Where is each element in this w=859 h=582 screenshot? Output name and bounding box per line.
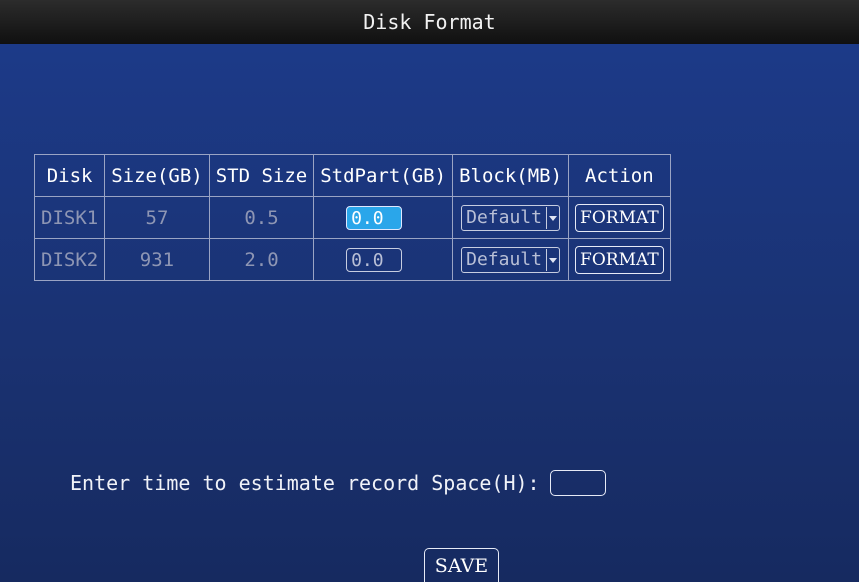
window-title: Disk Format	[363, 10, 496, 34]
disk-size-cell: 931	[104, 238, 210, 281]
action-cell: FORMAT	[568, 238, 671, 281]
table-row: DISK1 57 0.5 0.0 Default FORMAT	[33, 196, 671, 239]
stdpart-input[interactable]: 0.0	[346, 205, 403, 230]
column-header-std-size: STD Size	[208, 154, 315, 197]
disk-table: Disk Size(GB) STD Size StdPart(GB) Block…	[33, 154, 671, 281]
column-header-action: Action	[568, 154, 671, 197]
stdpart-input[interactable]: 0.0	[346, 247, 403, 272]
std-size-cell: 2.0	[208, 238, 315, 281]
window-title-bar: Disk Format	[0, 0, 859, 44]
disk-name-cell: DISK1	[33, 196, 106, 239]
disk-size-cell: 57	[104, 196, 210, 239]
stdpart-cell: 0.0	[313, 196, 454, 239]
estimate-label: Enter time to estimate record Space(H):	[70, 471, 540, 495]
table-header-row: Disk Size(GB) STD Size StdPart(GB) Block…	[33, 154, 671, 197]
dropdown-arrow-icon[interactable]	[545, 206, 559, 229]
table-row: DISK2 931 2.0 0.0 Default FORMAT	[33, 238, 671, 281]
estimate-row: Enter time to estimate record Space(H):	[70, 470, 606, 496]
block-select-value: Default	[466, 249, 542, 270]
column-header-block: Block(MB)	[452, 154, 570, 197]
save-button[interactable]: SAVE	[424, 548, 499, 582]
format-button[interactable]: FORMAT	[575, 245, 664, 274]
column-header-size: Size(GB)	[104, 154, 210, 197]
block-select[interactable]: Default	[461, 204, 560, 231]
block-select[interactable]: Default	[461, 246, 560, 273]
block-select-value: Default	[466, 207, 542, 228]
block-cell: Default	[452, 196, 570, 239]
block-cell: Default	[452, 238, 570, 281]
column-header-disk: Disk	[33, 154, 106, 197]
format-button[interactable]: FORMAT	[575, 203, 664, 232]
disk-name-cell: DISK2	[33, 238, 106, 281]
std-size-cell: 0.5	[208, 196, 315, 239]
disk-format-screen	[0, 44, 859, 582]
dropdown-arrow-icon[interactable]	[545, 248, 559, 271]
action-cell: FORMAT	[568, 196, 671, 239]
estimate-time-input[interactable]	[549, 470, 606, 496]
stdpart-cell: 0.0	[313, 238, 454, 281]
column-header-stdpart: StdPart(GB)	[313, 154, 454, 197]
